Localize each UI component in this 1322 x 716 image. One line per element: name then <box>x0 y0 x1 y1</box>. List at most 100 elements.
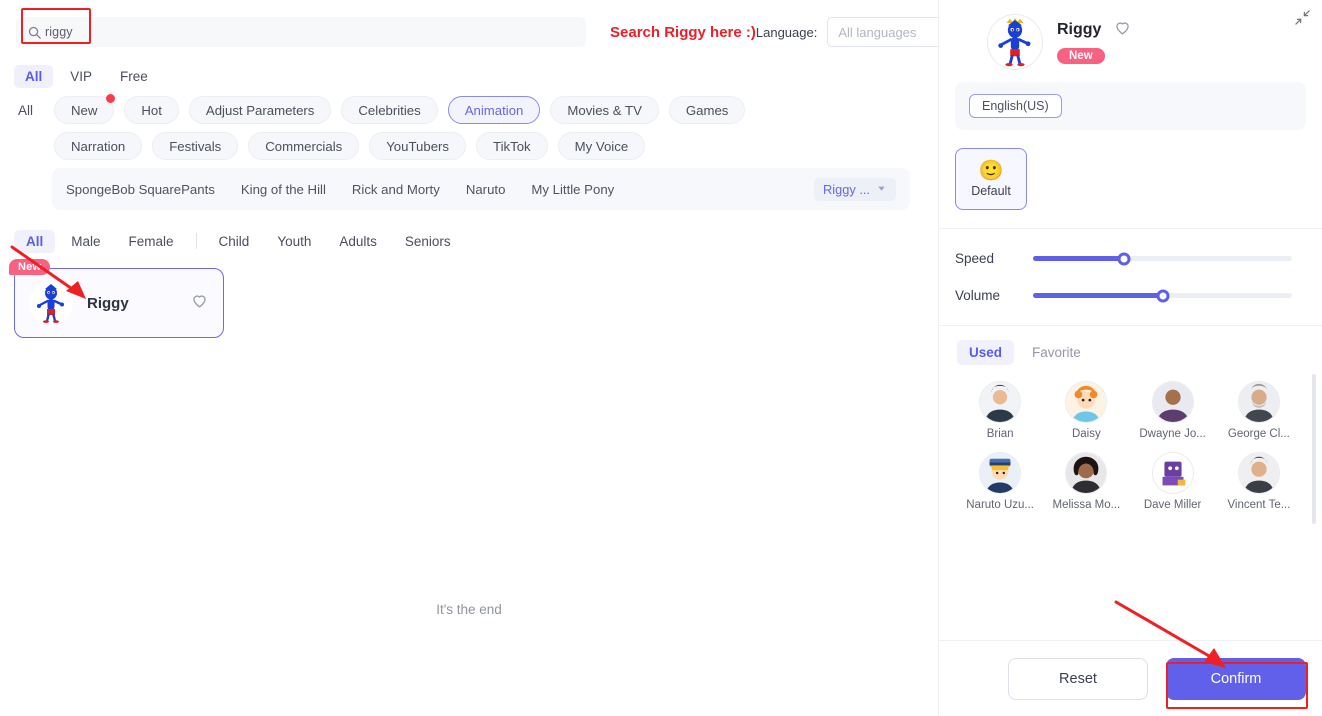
gender-tab-child[interactable]: Child <box>207 230 262 253</box>
speed-slider[interactable] <box>1033 252 1292 265</box>
category-chip-animation[interactable]: Animation <box>447 96 541 124</box>
language-chip-english-us[interactable]: English(US) <box>969 94 1062 118</box>
volume-slider[interactable] <box>1033 289 1292 302</box>
voice-card-riggy[interactable]: New Riggy <box>9 259 224 338</box>
subcategory-naruto[interactable]: Naruto <box>466 182 506 197</box>
collapse-icon[interactable] <box>1295 10 1310 30</box>
emotion-label: Default <box>971 183 1011 198</box>
new-badge: New <box>1057 48 1105 64</box>
list-item[interactable]: George Cl... <box>1216 381 1302 440</box>
list-item[interactable]: Vincent Te... <box>1216 452 1302 511</box>
category-chip-commercials[interactable]: Commercials <box>248 132 360 160</box>
list-item-label: Naruto Uzu... <box>966 499 1034 511</box>
annotation-search-hint: Search Riggy here :) <box>610 23 756 41</box>
voice-library-dialog: riggy Search Riggy here :) Language: All… <box>0 0 1322 716</box>
tab-favorite[interactable]: Favorite <box>1020 340 1093 365</box>
detail-name-row: Riggy <box>1057 18 1132 42</box>
scrollbar[interactable] <box>1312 374 1316 524</box>
volume-slider-knob[interactable] <box>1156 289 1169 302</box>
category-chip-celebrities[interactable]: Celebrities <box>341 96 438 124</box>
gender-tab-all[interactable]: All <box>14 229 56 253</box>
heart-icon[interactable] <box>1113 18 1132 42</box>
search-icon <box>28 26 41 39</box>
confirm-button[interactable]: Confirm <box>1166 657 1306 700</box>
subcategory-spongebob[interactable]: SpongeBob SquarePants <box>66 182 215 197</box>
voice-browser-panel: riggy Search Riggy here :) Language: All… <box>0 0 1022 716</box>
category-chip-tiktok[interactable]: TikTok <box>476 132 548 160</box>
list-item[interactable]: Brian <box>957 381 1043 440</box>
avatar <box>1151 452 1194 494</box>
tab-vip[interactable]: VIP <box>59 65 103 88</box>
action-bar: Reset Confirm <box>939 640 1322 716</box>
list-item[interactable]: Dwayne Jo... <box>1130 381 1216 440</box>
category-chip-my-voice[interactable]: My Voice <box>557 132 646 160</box>
list-item[interactable]: Naruto Uzu... <box>957 452 1043 511</box>
subcategory-more-label: Riggy ... <box>823 181 870 197</box>
category-row-2: Narration Festivals Commercials YouTuber… <box>14 132 938 160</box>
gender-tab-male[interactable]: Male <box>59 230 112 253</box>
avatar <box>1065 381 1108 423</box>
detail-meta: Riggy New <box>1057 14 1132 64</box>
subcategory-bar: SpongeBob SquarePants King of the Hill R… <box>52 168 910 210</box>
emotion-section: 🙂 Default <box>939 130 1322 229</box>
subcategory-my-little-pony[interactable]: My Little Pony <box>531 182 614 197</box>
category-chip-movies-tv[interactable]: Movies & TV <box>550 96 659 124</box>
category-chip-new[interactable]: New <box>54 94 116 124</box>
category-row-1: All New Hot Adjust Parameters Celebritie… <box>14 94 938 124</box>
heart-icon[interactable] <box>190 291 209 315</box>
emotion-tile-default[interactable]: 🙂 Default <box>955 148 1027 210</box>
gender-age-tabs: All Male Female Child Youth Adults Senio… <box>0 210 938 253</box>
list-item-label: Dwayne Jo... <box>1139 428 1206 440</box>
avatar <box>1151 381 1194 423</box>
gender-tab-seniors[interactable]: Seniors <box>393 230 463 253</box>
voice-history-tabs: Used Favorite <box>939 340 1322 365</box>
voice-card-grid: New Riggy <box>0 250 938 338</box>
list-item[interactable]: Daisy <box>1043 381 1129 440</box>
list-item[interactable]: Melissa Mo... <box>1043 452 1129 511</box>
category-chip-festivals[interactable]: Festivals <box>152 132 239 160</box>
category-all-label[interactable]: All <box>14 103 44 118</box>
category-chip-adjust-parameters[interactable]: Adjust Parameters <box>188 96 332 124</box>
voice-history-section: Used Favorite Brian Daisy Dwayne Jo... G… <box>939 326 1322 640</box>
voice-history-grid: Brian Daisy Dwayne Jo... George Cl... Na… <box>939 365 1322 511</box>
tab-used[interactable]: Used <box>957 340 1015 365</box>
subcategory-more-dropdown[interactable]: Riggy ... <box>814 177 896 201</box>
search-input-value: riggy <box>45 25 73 39</box>
language-label: Language: <box>755 24 818 40</box>
avatar <box>29 281 73 325</box>
reset-button[interactable]: Reset <box>1008 657 1148 700</box>
divider <box>195 233 197 249</box>
tab-free[interactable]: Free <box>109 65 159 88</box>
avatar <box>1237 381 1280 423</box>
category-chip-narration[interactable]: Narration <box>54 132 143 160</box>
category-chip-games[interactable]: Games <box>668 96 746 124</box>
detail-language-box: English(US) <box>955 82 1306 130</box>
list-end-text: It's the end <box>436 602 502 617</box>
subcategory-rick-and-morty[interactable]: Rick and Morty <box>352 182 440 197</box>
speed-label: Speed <box>955 251 995 266</box>
gender-tab-adults[interactable]: Adults <box>327 230 389 253</box>
category-chip-hot[interactable]: Hot <box>124 96 179 124</box>
gender-tab-youth[interactable]: Youth <box>265 230 323 253</box>
search-input[interactable]: riggy <box>16 17 586 47</box>
tab-all[interactable]: All <box>14 64 54 88</box>
list-item[interactable]: Dave Miller <box>1130 452 1216 511</box>
smiley-icon: 🙂 <box>978 159 1004 182</box>
avatar <box>979 381 1022 423</box>
speed-slider-knob[interactable] <box>1117 252 1131 265</box>
list-item-label: Daisy <box>1071 428 1101 440</box>
top-tabs: All VIP Free <box>0 52 938 88</box>
chevron-down-icon <box>876 182 887 197</box>
language-select-value: All languages <box>838 24 917 40</box>
volume-slider-fill <box>1033 293 1163 298</box>
gender-tab-female[interactable]: Female <box>117 230 186 253</box>
avatar <box>987 14 1043 70</box>
category-chip-youtubers[interactable]: YouTubers <box>369 132 467 160</box>
avatar <box>1237 452 1280 494</box>
avatar <box>1065 452 1108 494</box>
volume-label: Volume <box>955 288 1001 303</box>
subcategory-king-of-the-hill[interactable]: King of the Hill <box>241 182 326 197</box>
detail-header: Riggy New <box>939 0 1322 78</box>
category-chip-label: New <box>71 102 98 118</box>
parameter-sliders: Speed Volume <box>939 229 1322 326</box>
